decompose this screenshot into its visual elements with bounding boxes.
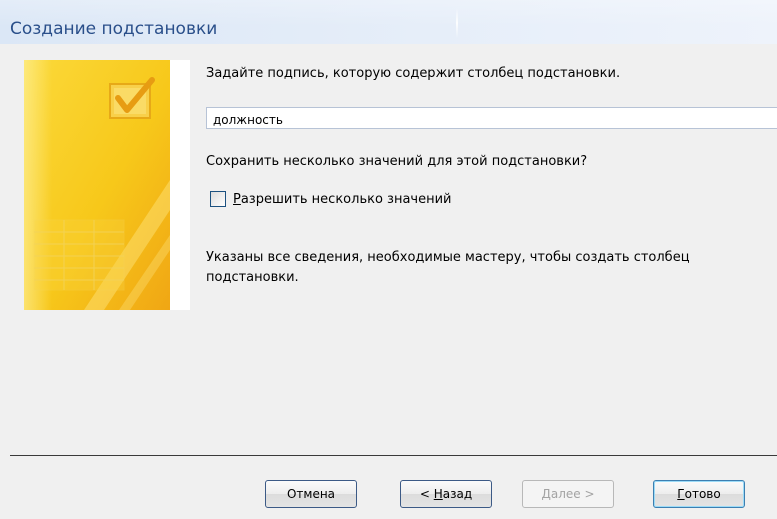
multiple-values-question: Сохранить несколько значений для этой по… bbox=[206, 154, 588, 169]
back-button-label: < Назад bbox=[419, 487, 473, 501]
caption-prompt-label: Задайте подпись, которую содержит столбе… bbox=[206, 66, 621, 81]
title-bar: Создание подстановки bbox=[0, 0, 777, 44]
next-button[interactable]: Далее > bbox=[522, 480, 614, 508]
dialog-title: Создание подстановки bbox=[10, 19, 218, 39]
footer-divider bbox=[10, 455, 777, 456]
next-button-label: Далее > bbox=[541, 487, 595, 501]
checkmark-document-icon bbox=[24, 60, 170, 310]
finish-button-label: Готово bbox=[677, 487, 721, 501]
lookup-wizard-dialog: Создание подстановки Задайте подпись, ко… bbox=[0, 0, 777, 519]
allow-multiple-values-checkbox[interactable] bbox=[210, 191, 226, 207]
allow-multiple-values-option[interactable]: Разрешить несколько значений bbox=[210, 189, 452, 209]
finish-button[interactable]: Готово bbox=[653, 480, 745, 508]
back-button[interactable]: < Назад bbox=[400, 480, 492, 508]
allow-multiple-values-label[interactable]: Разрешить несколько значений bbox=[233, 192, 452, 207]
wizard-art-panel bbox=[24, 60, 190, 310]
title-bar-separator bbox=[456, 8, 458, 38]
info-text-line-1: Указаны все сведения, необходимые мастер… bbox=[206, 250, 690, 265]
cancel-button[interactable]: Отмена bbox=[265, 480, 357, 508]
cancel-button-label: Отмена bbox=[286, 487, 336, 501]
info-text-line-2: подстановки. bbox=[206, 270, 299, 285]
caption-input[interactable] bbox=[206, 107, 777, 129]
